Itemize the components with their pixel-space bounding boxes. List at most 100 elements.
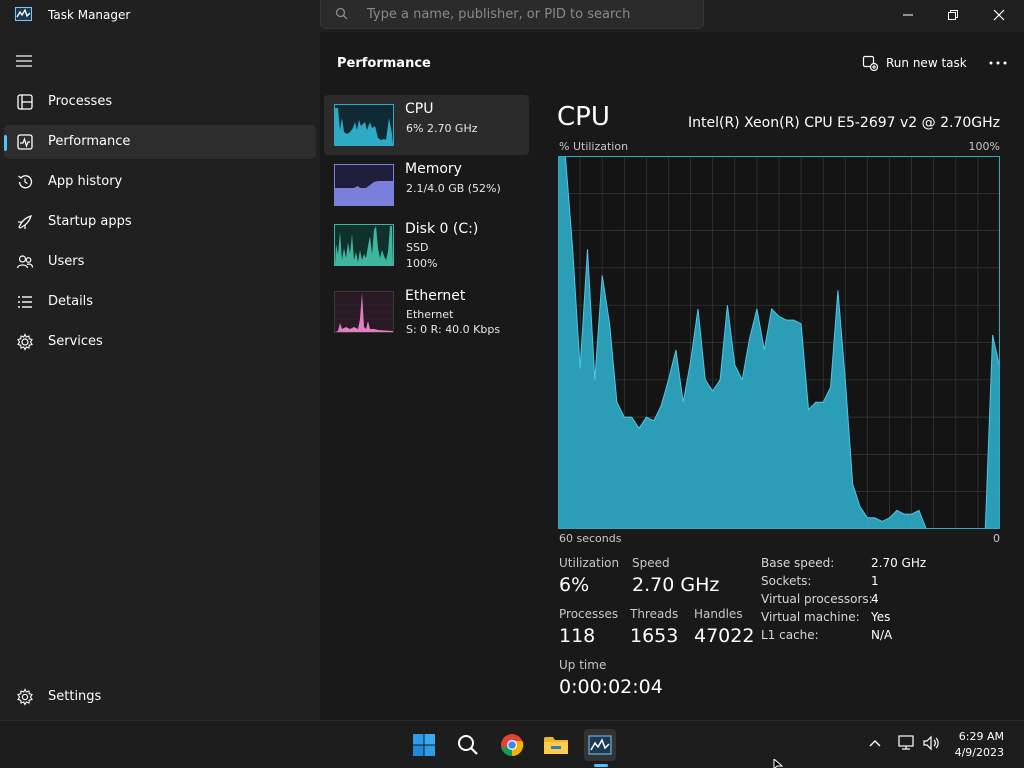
title-bar: Task Manager Type a name, publisher, or …	[0, 0, 1024, 32]
file-explorer-button[interactable]	[540, 729, 572, 761]
disk-thumbnail	[334, 224, 394, 266]
run-task-icon	[862, 55, 878, 71]
settings-gear-icon	[17, 688, 33, 706]
threads-label: Threads	[630, 607, 679, 621]
users-icon	[16, 255, 34, 269]
close-button[interactable]	[976, 0, 1022, 30]
task-manager-icon	[588, 735, 612, 755]
handles-value: 47022	[694, 625, 755, 647]
nav-item-users[interactable]: Users	[4, 245, 316, 279]
speed-value: 2.70 GHz	[632, 574, 720, 596]
nav-item-processes[interactable]: Processes	[4, 85, 316, 119]
volume-icon[interactable]	[922, 735, 942, 751]
clock-date[interactable]: 4/9/2023	[955, 746, 1004, 759]
startup-icon	[18, 215, 32, 229]
restore-icon	[948, 10, 958, 20]
utilization-label: Utilization	[559, 556, 620, 570]
sidebar: Processes Performance App history Startu…	[0, 32, 320, 720]
history-icon	[18, 175, 33, 189]
nav-label: Users	[48, 254, 85, 269]
hamburger-menu-icon[interactable]	[16, 54, 32, 68]
network-icon[interactable]	[898, 735, 916, 751]
task-manager-taskbar-button[interactable]	[584, 729, 616, 761]
resource-item-disk[interactable]: Disk 0 (C:) SSD 100%	[324, 215, 529, 275]
utilization-axis-label: % Utilization	[559, 140, 629, 153]
threads-value: 1653	[630, 625, 679, 647]
minimize-button[interactable]	[885, 0, 931, 30]
start-button[interactable]	[408, 729, 440, 761]
task-manager-icon	[15, 7, 32, 21]
performance-icon	[17, 134, 33, 150]
resource-item-ethernet[interactable]: Ethernet Ethernet S: 0 R: 40.0 Kbps	[324, 282, 529, 342]
active-indicator	[4, 135, 7, 151]
resource-subtitle: 2.1/4.0 GB (52%)	[406, 182, 501, 195]
cpu-thumbnail	[334, 104, 394, 146]
resource-name: Memory	[405, 161, 462, 177]
run-new-task-button[interactable]: Run new task	[862, 52, 967, 74]
taskbar: 6:29 AM 4/9/2023	[0, 720, 1024, 768]
services-icon	[17, 333, 33, 351]
spec-label: Virtual machine:	[761, 610, 860, 624]
time-axis-label: 60 seconds	[559, 532, 622, 545]
cpu-utilization-graph	[558, 156, 1000, 529]
nav-label: Startup apps	[48, 214, 132, 229]
processes-value: 118	[559, 625, 596, 647]
more-options-button[interactable]	[984, 52, 1012, 74]
chrome-icon	[501, 734, 524, 757]
more-icon	[989, 61, 1007, 65]
search-box[interactable]: Type a name, publisher, or PID to search	[320, 0, 704, 29]
windows-logo-icon	[413, 734, 435, 756]
search-icon	[335, 7, 348, 20]
nav-label: Details	[48, 294, 94, 309]
speed-label: Speed	[632, 556, 670, 570]
resource-name: CPU	[405, 101, 434, 117]
clock-time[interactable]: 6:29 AM	[959, 730, 1004, 743]
spec-value: Yes	[871, 610, 891, 624]
chevron-up-icon[interactable]	[869, 739, 881, 747]
spec-label: Virtual processors:	[761, 592, 873, 606]
processes-label: Processes	[559, 607, 619, 621]
uptime-label: Up time	[559, 658, 607, 672]
spec-value: 4	[871, 592, 879, 606]
nav-item-app-history[interactable]: App history	[4, 165, 316, 199]
search-placeholder: Type a name, publisher, or PID to search	[367, 7, 631, 22]
resource-subtitle-2: S: 0 R: 40.0 Kbps	[406, 323, 501, 336]
processes-icon	[17, 94, 33, 110]
spec-label: L1 cache:	[761, 628, 819, 642]
nav-item-services[interactable]: Services	[4, 325, 316, 359]
resource-subtitle: 6% 2.70 GHz	[406, 122, 478, 135]
details-icon	[18, 296, 32, 308]
close-icon	[993, 9, 1005, 21]
page-title: Performance	[337, 56, 431, 71]
chrome-button[interactable]	[496, 729, 528, 761]
spec-value: 1	[871, 574, 879, 588]
uptime-value: 0:00:02:04	[559, 676, 663, 698]
resource-subtitle-2: 100%	[406, 257, 438, 270]
utilization-value: 6%	[559, 574, 590, 596]
memory-thumbnail	[334, 164, 394, 206]
time-axis-zero: 0	[993, 532, 1000, 545]
spec-value: 2.70 GHz	[871, 556, 927, 570]
resource-name: Disk 0 (C:)	[405, 221, 479, 237]
nav-item-details[interactable]: Details	[4, 285, 316, 319]
nav-label: Settings	[48, 689, 102, 704]
search-icon	[458, 735, 478, 755]
run-new-task-label: Run new task	[886, 56, 967, 70]
folder-icon	[544, 737, 568, 754]
nav-label: Services	[48, 334, 103, 349]
task-manager-window: Task Manager Type a name, publisher, or …	[0, 0, 1024, 768]
ethernet-thumbnail	[334, 291, 394, 333]
window-title: Task Manager	[48, 8, 131, 22]
spec-label: Base speed:	[761, 556, 835, 570]
handles-label: Handles	[694, 607, 743, 621]
taskbar-search-button[interactable]	[452, 729, 484, 761]
spec-label: Sockets:	[761, 574, 812, 588]
resource-item-cpu[interactable]: CPU 6% 2.70 GHz	[324, 95, 529, 155]
resource-item-memory[interactable]: Memory 2.1/4.0 GB (52%)	[324, 155, 529, 215]
maximize-button[interactable]	[930, 0, 976, 30]
nav-item-performance[interactable]: Performance	[4, 125, 316, 159]
nav-item-startup-apps[interactable]: Startup apps	[4, 205, 316, 239]
nav-item-settings[interactable]: Settings	[4, 680, 316, 714]
active-app-indicator	[594, 764, 608, 767]
main-panel: Performance Run new task CPU 6% 2.70 GHz	[320, 32, 1024, 720]
